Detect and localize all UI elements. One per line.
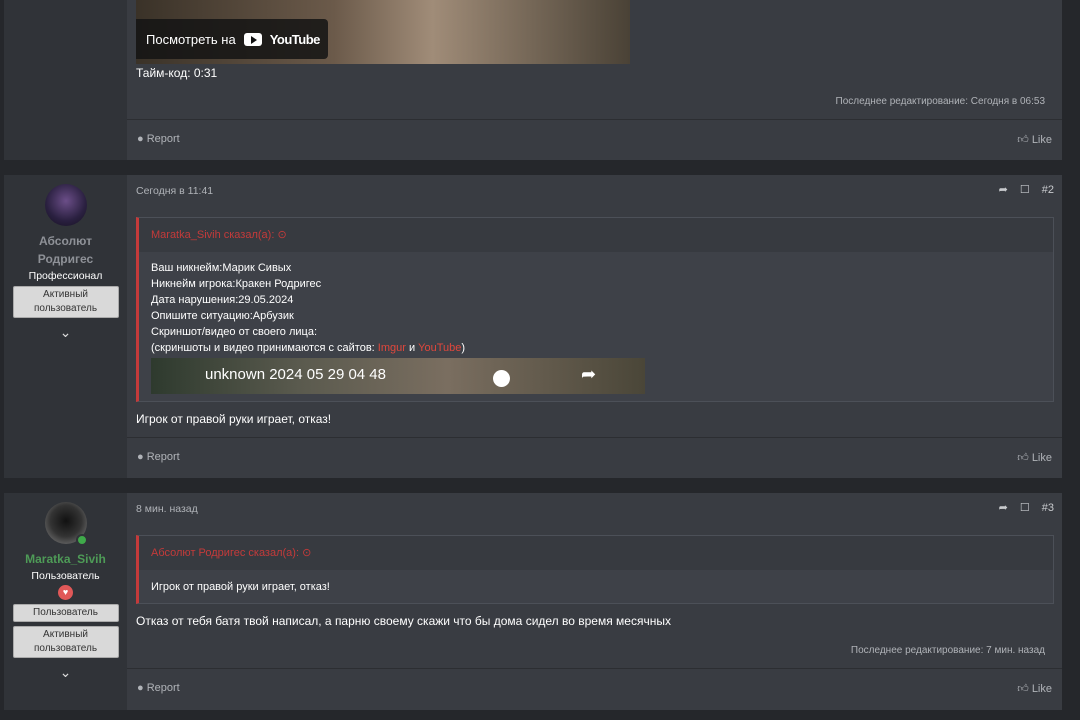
username-line1: Абсолют	[39, 234, 92, 248]
quote-line: Дата нарушения:29.05.2024	[151, 294, 294, 306]
quote-block: Maratka_Sivih сказал(а): ⊙ Ваш никнейм:М…	[136, 217, 1054, 402]
last-edited-note: Последнее редактирование: Сегодня в 06:5…	[835, 96, 1045, 107]
user-title: Профессионал	[28, 270, 103, 282]
quote-header[interactable]: Абсолют Родригес сказал(а): ⊙	[139, 536, 1053, 570]
quote-author: Maratka_Sivih сказал(а):	[151, 229, 275, 241]
report-link[interactable]: ● Report	[137, 682, 180, 694]
quote-body: Игрок от правой руки играет, отказ!	[139, 570, 1053, 603]
youtube-link[interactable]: YouTube	[418, 342, 461, 354]
post-content: Сегодня в 11:41 ➦ ☐ #2 Maratka_Sivih ска…	[127, 175, 1062, 478]
banner-line2: пользователь	[33, 643, 98, 654]
post-number[interactable]: #2	[1042, 184, 1054, 196]
thumbs-up-icon: 👍︎	[1017, 452, 1029, 464]
user-banner-active: Активный пользователь	[12, 626, 119, 658]
video-embed[interactable]: unknown 2024 05 29 04 48 ➦	[151, 358, 645, 394]
timecode-text: Тайм-код: 0:31	[136, 66, 218, 80]
share-icon[interactable]: ➦	[581, 365, 596, 383]
arrow-up-circle-icon: ⊙	[277, 229, 287, 241]
post-date[interactable]: Сегодня в 11:41	[136, 185, 213, 197]
post-footer: ● Report 👍︎ Like	[127, 668, 1062, 710]
username-line2: Родригес	[37, 252, 94, 266]
video-title: unknown 2024 05 29 04 48	[205, 366, 386, 383]
warning-icon: ●	[137, 133, 144, 145]
user-banner-user: Пользователь	[12, 604, 119, 622]
post-actions: ➦ ☐ #2	[999, 183, 1054, 197]
warning-icon: ●	[137, 682, 144, 694]
post-user-panel: Maratka_Sivih Пользователь ♥ Пользовател…	[4, 493, 127, 710]
post-footer: ● Report 👍︎ Like	[127, 119, 1062, 161]
youtube-watch-label: Посмотреть на	[146, 31, 236, 47]
arrow-up-circle-icon: ⊙	[302, 547, 312, 559]
bookmark-icon[interactable]: ☐	[1020, 183, 1030, 196]
post-footer: ● Report 👍︎ Like	[127, 437, 1062, 479]
report-label: Report	[146, 451, 180, 463]
user-badge-icon: ♥	[58, 585, 73, 600]
post-number[interactable]: #3	[1042, 502, 1054, 514]
share-icon[interactable]: ➦	[999, 183, 1008, 196]
username[interactable]: Абсолют Родригес	[4, 232, 127, 268]
username[interactable]: Maratka_Sivih	[4, 550, 127, 568]
like-label: Like	[1031, 134, 1052, 146]
post-user-panel: Абсолют Родригес Профессионал Активный п…	[4, 175, 127, 478]
post-user-panel	[4, 0, 127, 160]
avatar[interactable]	[44, 184, 87, 226]
report-label: Report	[146, 682, 180, 694]
share-icon[interactable]: ➦	[999, 501, 1008, 514]
post-actions: ➦ ☐ #3	[999, 501, 1054, 515]
post-3: Maratka_Sivih Пользователь ♥ Пользовател…	[4, 493, 1062, 710]
quote-line-sites: (скриншоты и видео принимаются с сайтов:…	[151, 340, 1041, 356]
user-title: Пользователь	[31, 570, 100, 582]
quote-line: Игрок от правой руки играет, отказ!	[151, 581, 330, 593]
warning-icon: ●	[137, 451, 144, 463]
youtube-logo-icon	[243, 32, 262, 46]
post-date[interactable]: 8 мин. назад	[136, 503, 198, 515]
quote-line: Опишите ситуацию:Арбузик	[151, 310, 294, 322]
quote-body: Ваш никнейм:Марик Сивых Никнейм игрока:К…	[139, 252, 1053, 402]
quote-line: Ваш никнейм:Марик Сивых	[151, 262, 292, 274]
quote-line: Никнейм игрока:Кракен Родригес	[151, 278, 322, 290]
like-button[interactable]: 👍︎ Like	[1017, 133, 1052, 146]
like-label: Like	[1031, 452, 1052, 464]
thumbs-up-icon: 👍︎	[1017, 134, 1029, 146]
like-label: Like	[1031, 683, 1052, 695]
post-1: Посмотреть на YouTube Тайм-код: 0:31 Пос…	[4, 0, 1062, 160]
like-button[interactable]: 👍︎ Like	[1017, 682, 1052, 695]
quote-block: Абсолют Родригес сказал(а): ⊙ Игрок от п…	[136, 535, 1054, 604]
banner-line1: Активный	[43, 289, 88, 300]
imgur-link[interactable]: Imgur	[378, 342, 406, 354]
sites-prefix: (скриншоты и видео принимаются с сайтов:	[151, 342, 378, 354]
clock-icon[interactable]	[493, 370, 510, 387]
bookmark-icon[interactable]: ☐	[1020, 501, 1030, 514]
sites-and: и	[405, 342, 419, 354]
quote-line: Скриншот/видео от своего лица:	[151, 326, 317, 338]
post-content: 8 мин. назад ➦ ☐ #3 Абсолют Родригес ска…	[127, 493, 1062, 710]
thumbs-up-icon: 👍︎	[1017, 683, 1029, 695]
sites-suffix: )	[461, 342, 466, 354]
user-banner-active: Активный пользователь	[12, 286, 119, 318]
chevron-down-icon[interactable]: ⌄	[4, 664, 127, 681]
post-text: Игрок от правой руки играет, отказ!	[136, 412, 332, 426]
post-2: Абсолют Родригес Профессионал Активный п…	[4, 175, 1062, 478]
post-content: Посмотреть на YouTube Тайм-код: 0:31 Пос…	[127, 0, 1062, 160]
quote-header[interactable]: Maratka_Sivih сказал(а): ⊙	[139, 218, 1053, 252]
report-link[interactable]: ● Report	[137, 451, 180, 463]
post-text: Отказ от тебя батя твой написал, а парню…	[136, 614, 671, 628]
last-edited-note: Последнее редактирование: 7 мин. назад	[850, 645, 1045, 656]
online-status-icon	[75, 534, 88, 546]
chevron-down-icon[interactable]: ⌄	[4, 324, 127, 341]
youtube-logo-text: YouTube	[269, 31, 321, 47]
youtube-video-embed[interactable]: Посмотреть на YouTube	[136, 0, 630, 64]
banner-line2: пользователь	[33, 303, 98, 314]
quote-author: Абсолют Родригес сказал(а):	[151, 547, 300, 559]
like-button[interactable]: 👍︎ Like	[1017, 451, 1052, 464]
avatar[interactable]	[44, 502, 88, 546]
youtube-watch-button[interactable]: Посмотреть на YouTube	[136, 19, 328, 59]
report-label: Report	[146, 133, 180, 145]
report-link[interactable]: ● Report	[137, 133, 180, 145]
banner-line1: Активный	[43, 629, 88, 640]
